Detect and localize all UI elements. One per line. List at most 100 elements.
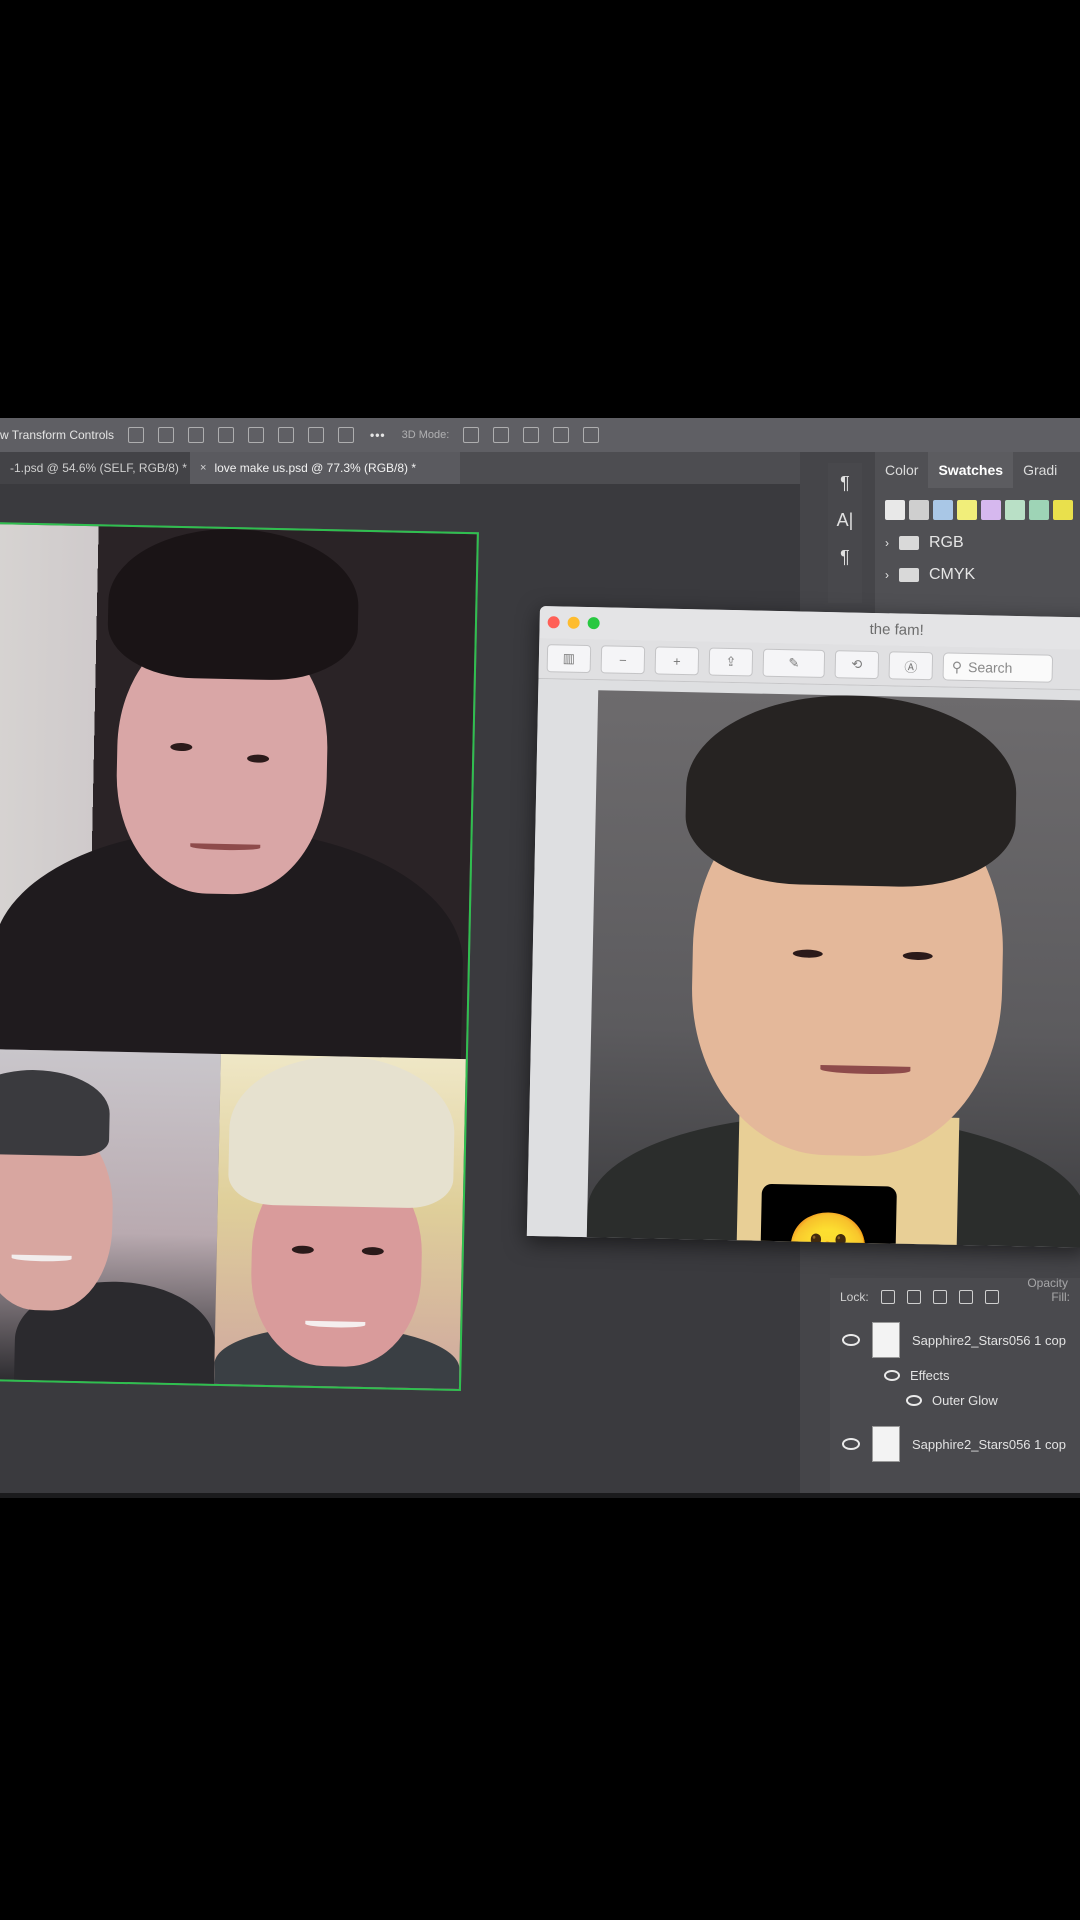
tab-swatches[interactable]: Swatches	[928, 452, 1014, 488]
search-input[interactable]: ⚲ Search	[942, 652, 1054, 683]
cap-shape	[0, 1068, 111, 1157]
tab-document-love-make-us[interactable]: × love make us.psd @ 77.3% (RGB/8) *	[190, 452, 460, 484]
color-swatch[interactable]	[981, 500, 1001, 520]
effects-label: Effects	[910, 1368, 950, 1383]
align-right-icon[interactable]	[188, 427, 205, 443]
align-bottom-icon[interactable]	[308, 427, 325, 443]
eye-shape	[291, 1245, 314, 1254]
visibility-eye-icon[interactable]	[842, 1334, 860, 1346]
panel-tabs: Color Swatches Gradi	[875, 452, 1080, 488]
document-tab-bar: -1.psd @ 54.6% (SELF, RGB/8) * × love ma…	[0, 452, 860, 484]
opacity-label[interactable]: Opacity	[1027, 1276, 1068, 1290]
color-swatch[interactable]	[1053, 500, 1073, 520]
color-swatch[interactable]	[1005, 500, 1025, 520]
folder-icon	[899, 568, 919, 582]
hair-shape	[684, 692, 1019, 889]
3d-mode-label: 3D Mode:	[401, 429, 450, 441]
visibility-eye-icon[interactable]	[906, 1395, 922, 1406]
align-top-icon[interactable]	[248, 427, 265, 443]
photo-bottom-right	[213, 1053, 466, 1390]
color-swatch[interactable]	[1029, 500, 1049, 520]
chevron-right-icon[interactable]: ›	[885, 568, 889, 582]
3d-scale-icon[interactable]	[583, 427, 600, 443]
paragraph-icon[interactable]: ¶	[840, 473, 850, 494]
layer-effects-row[interactable]: Effects	[830, 1368, 1080, 1383]
color-swatch[interactable]	[933, 500, 953, 520]
photo-top	[0, 524, 477, 1060]
align-center-icon[interactable]	[158, 427, 175, 443]
eye-shape	[361, 1246, 384, 1256]
close-window-button[interactable]	[547, 616, 560, 629]
monitor-screen: w Transform Controls ••• 3D Mode: -1.psd…	[0, 418, 1080, 1498]
3d-rotate-icon[interactable]	[463, 427, 480, 443]
options-bar: w Transform Controls ••• 3D Mode:	[0, 418, 1080, 452]
distribute-icon[interactable]	[218, 427, 235, 443]
hair-shape	[106, 526, 360, 682]
chevron-right-icon[interactable]: ›	[885, 536, 889, 550]
minimize-window-button[interactable]	[567, 616, 580, 629]
layer-row[interactable]: Sapphire2_Stars056 1 cop	[830, 1322, 1080, 1358]
share-icon[interactable]: ⇪	[708, 647, 754, 677]
3d-slide-icon[interactable]	[553, 427, 570, 443]
monitor-bezel	[0, 1493, 1080, 1498]
zoom-in-icon[interactable]: +	[654, 646, 700, 676]
folder-label: CMYK	[929, 566, 976, 583]
panel-icon-strip: ¶ A| ¶	[828, 463, 862, 603]
photo-collage-canvas[interactable]	[0, 522, 479, 1392]
color-swatch[interactable]	[885, 500, 905, 520]
tab-document-1[interactable]: -1.psd @ 54.6% (SELF, RGB/8) *	[0, 452, 190, 484]
close-icon[interactable]: ×	[200, 462, 206, 474]
tab-gradients[interactable]: Gradi	[1013, 452, 1067, 488]
shushing-face-sticker: 🤫	[759, 1183, 897, 1248]
layer-effect-outer-glow[interactable]: Outer Glow	[830, 1393, 1080, 1408]
sidebar-toggle-icon[interactable]: ▥	[546, 644, 592, 674]
swatches-panel: Color Swatches Gradi › RGB › CMYK	[875, 452, 1080, 632]
visibility-eye-icon[interactable]	[884, 1370, 900, 1381]
lock-label: Lock:	[840, 1290, 869, 1304]
eye-shape	[247, 754, 270, 763]
zoom-out-icon[interactable]: −	[600, 645, 646, 675]
rotate-icon[interactable]: ⟲	[834, 650, 880, 680]
tab-label: love make us.psd @ 77.3% (RGB/8) *	[214, 461, 417, 475]
cap-shape	[227, 1054, 456, 1209]
tab-color[interactable]: Color	[875, 452, 928, 488]
preview-photo	[586, 690, 1080, 1248]
3d-pan-icon[interactable]	[523, 427, 540, 443]
swatch-folder-rgb[interactable]: › RGB	[885, 534, 1080, 552]
layer-row[interactable]: Sapphire2_Stars056 1 cop	[830, 1426, 1080, 1462]
lock-move-icon[interactable]	[932, 1290, 947, 1304]
align-middle-icon[interactable]	[278, 427, 295, 443]
preview-window[interactable]: the fam! ▥ − + ⇪ ✎ ⟲ Ⓐ ⚲ Search	[526, 606, 1080, 1248]
character-icon[interactable]: A|	[837, 510, 854, 531]
color-swatch[interactable]	[909, 500, 929, 520]
lock-brush-icon[interactable]	[906, 1290, 921, 1304]
align-left-icon[interactable]	[128, 427, 145, 443]
swatch-folder-cmyk[interactable]: › CMYK	[885, 566, 1080, 584]
paragraph-style-icon[interactable]: ¶	[840, 547, 850, 568]
fill-label[interactable]: Fill:	[1051, 1290, 1070, 1304]
preview-content: 🤫	[526, 678, 1080, 1248]
markup-pen-icon[interactable]: ✎	[762, 648, 826, 678]
lock-all-icon[interactable]	[984, 1290, 999, 1304]
layer-thumbnail	[872, 1426, 900, 1462]
layer-name: Sapphire2_Stars056 1 cop	[912, 1332, 1066, 1348]
markup-toolbar-icon[interactable]: Ⓐ	[888, 651, 934, 681]
photo-bottom-left	[0, 1048, 221, 1384]
layers-panel: Opacity Lock: Fill: Sapphire2_Stars056 1…	[830, 1276, 1080, 1498]
color-swatch[interactable]	[957, 500, 977, 520]
swatch-row	[885, 500, 1080, 520]
visibility-eye-icon[interactable]	[842, 1438, 860, 1450]
distribute-vertical-icon[interactable]	[338, 427, 355, 443]
3d-roll-icon[interactable]	[493, 427, 510, 443]
transform-controls-label[interactable]: w Transform Controls	[0, 428, 114, 442]
more-options-button[interactable]: •••	[370, 428, 386, 442]
tab-label: -1.psd @ 54.6% (SELF, RGB/8) *	[10, 461, 187, 475]
effect-name: Outer Glow	[932, 1393, 998, 1408]
zoom-window-button[interactable]	[587, 617, 600, 630]
layer-name: Sapphire2_Stars056 1 cop	[912, 1436, 1066, 1452]
search-placeholder: Search	[967, 658, 1013, 676]
lock-transparent-icon[interactable]	[880, 1290, 895, 1304]
folder-label: RGB	[929, 534, 964, 551]
eye-shape	[170, 742, 193, 752]
lock-artboard-icon[interactable]	[958, 1290, 973, 1304]
